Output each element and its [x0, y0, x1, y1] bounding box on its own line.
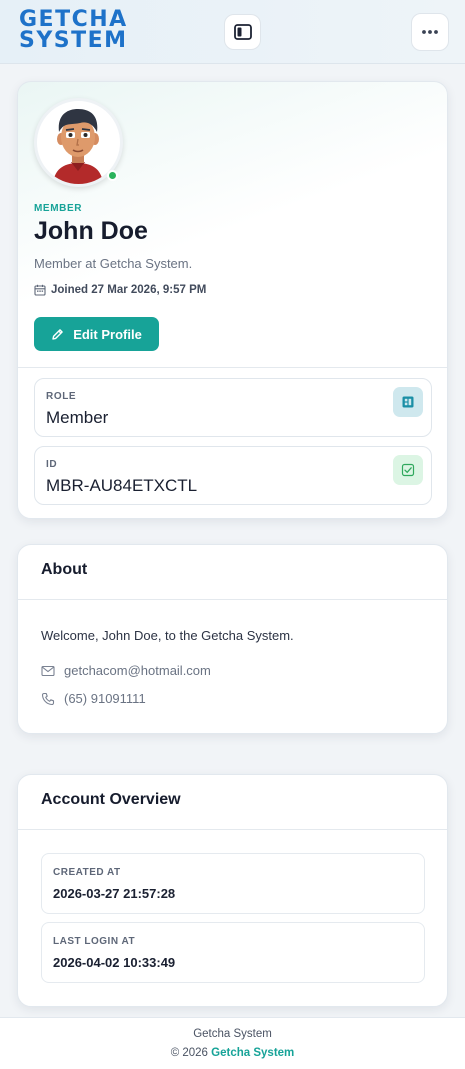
last-login-value: 2026-04-02 10:33:49 — [53, 955, 176, 970]
phone-icon — [41, 692, 55, 705]
footer: Getcha System © 2026 Getcha System — [0, 1017, 465, 1069]
role-info-box: ROLE Member — [34, 378, 432, 437]
user-subtitle: Member at Getcha System. — [34, 256, 193, 271]
edit-profile-button[interactable]: Edit Profile — [34, 317, 159, 351]
created-at-box: CREATED AT 2026-03-27 21:57:28 — [41, 853, 425, 914]
phone-text: (65) 91091111 — [64, 691, 146, 706]
email-text: getchacom@hotmail.com — [64, 663, 211, 678]
phone-row[interactable]: (65) 91091111 — [41, 691, 146, 706]
app-logo[interactable]: GETCHA SYSTEM — [19, 7, 165, 53]
edit-profile-label: Edit Profile — [73, 326, 142, 342]
profile-divider — [18, 367, 447, 368]
check-square-icon — [393, 455, 423, 485]
footer-copyright: © 2026 Getcha System — [0, 1047, 465, 1059]
pencil-icon — [52, 328, 63, 340]
footer-app-name: Getcha System — [193, 1028, 272, 1040]
copyright-prefix: © 2026 — [170, 1047, 208, 1059]
overview-title: Account Overview — [41, 791, 181, 808]
role-value: Member — [46, 408, 109, 427]
panel-left-icon — [233, 24, 252, 40]
logo-line-1: GETCHA — [19, 7, 128, 32]
email-row[interactable]: getchacom@hotmail.com — [41, 663, 211, 678]
logo-line-2: SYSTEM — [19, 28, 128, 53]
id-card-icon — [393, 387, 423, 417]
last-login-box: LAST LOGIN AT 2026-04-02 10:33:49 — [41, 922, 425, 983]
mail-icon — [41, 665, 55, 676]
id-value: MBR-AU84ETXCTL — [46, 476, 198, 495]
joined-date: Joined 27 Mar 2026, 9:57 PM — [34, 284, 206, 296]
created-at-label: CREATED AT — [53, 867, 121, 878]
role-label: ROLE — [46, 391, 77, 402]
more-horizontal-icon — [422, 30, 438, 34]
joined-text: Joined 27 Mar 2026, 9:57 PM — [51, 284, 207, 296]
profile-card: MEMBER John Doe Member at Getcha System.… — [17, 81, 448, 519]
id-label: ID — [46, 459, 58, 470]
about-divider — [18, 599, 447, 600]
online-status-indicator — [107, 170, 118, 181]
more-options-button[interactable] — [411, 13, 449, 51]
about-title: About — [41, 561, 88, 578]
footer-brand-link[interactable]: Getcha System — [211, 1047, 294, 1059]
last-login-label: LAST LOGIN AT — [53, 936, 136, 947]
sidebar-toggle-button[interactable] — [224, 14, 261, 50]
created-at-value: 2026-03-27 21:57:28 — [53, 886, 176, 901]
account-overview-card: Account Overview CREATED AT 2026-03-27 2… — [17, 774, 448, 1007]
top-bar: GETCHA SYSTEM — [0, 0, 465, 64]
overview-divider — [18, 829, 447, 830]
about-card: About Welcome, John Doe, to the Getcha S… — [17, 544, 448, 734]
id-info-box: ID MBR-AU84ETXCTL — [34, 446, 432, 505]
about-text: Welcome, John Doe, to the Getcha System. — [41, 628, 294, 643]
calendar-icon — [34, 284, 46, 296]
user-name: John Doe — [34, 217, 148, 245]
role-badge: MEMBER — [34, 203, 83, 214]
